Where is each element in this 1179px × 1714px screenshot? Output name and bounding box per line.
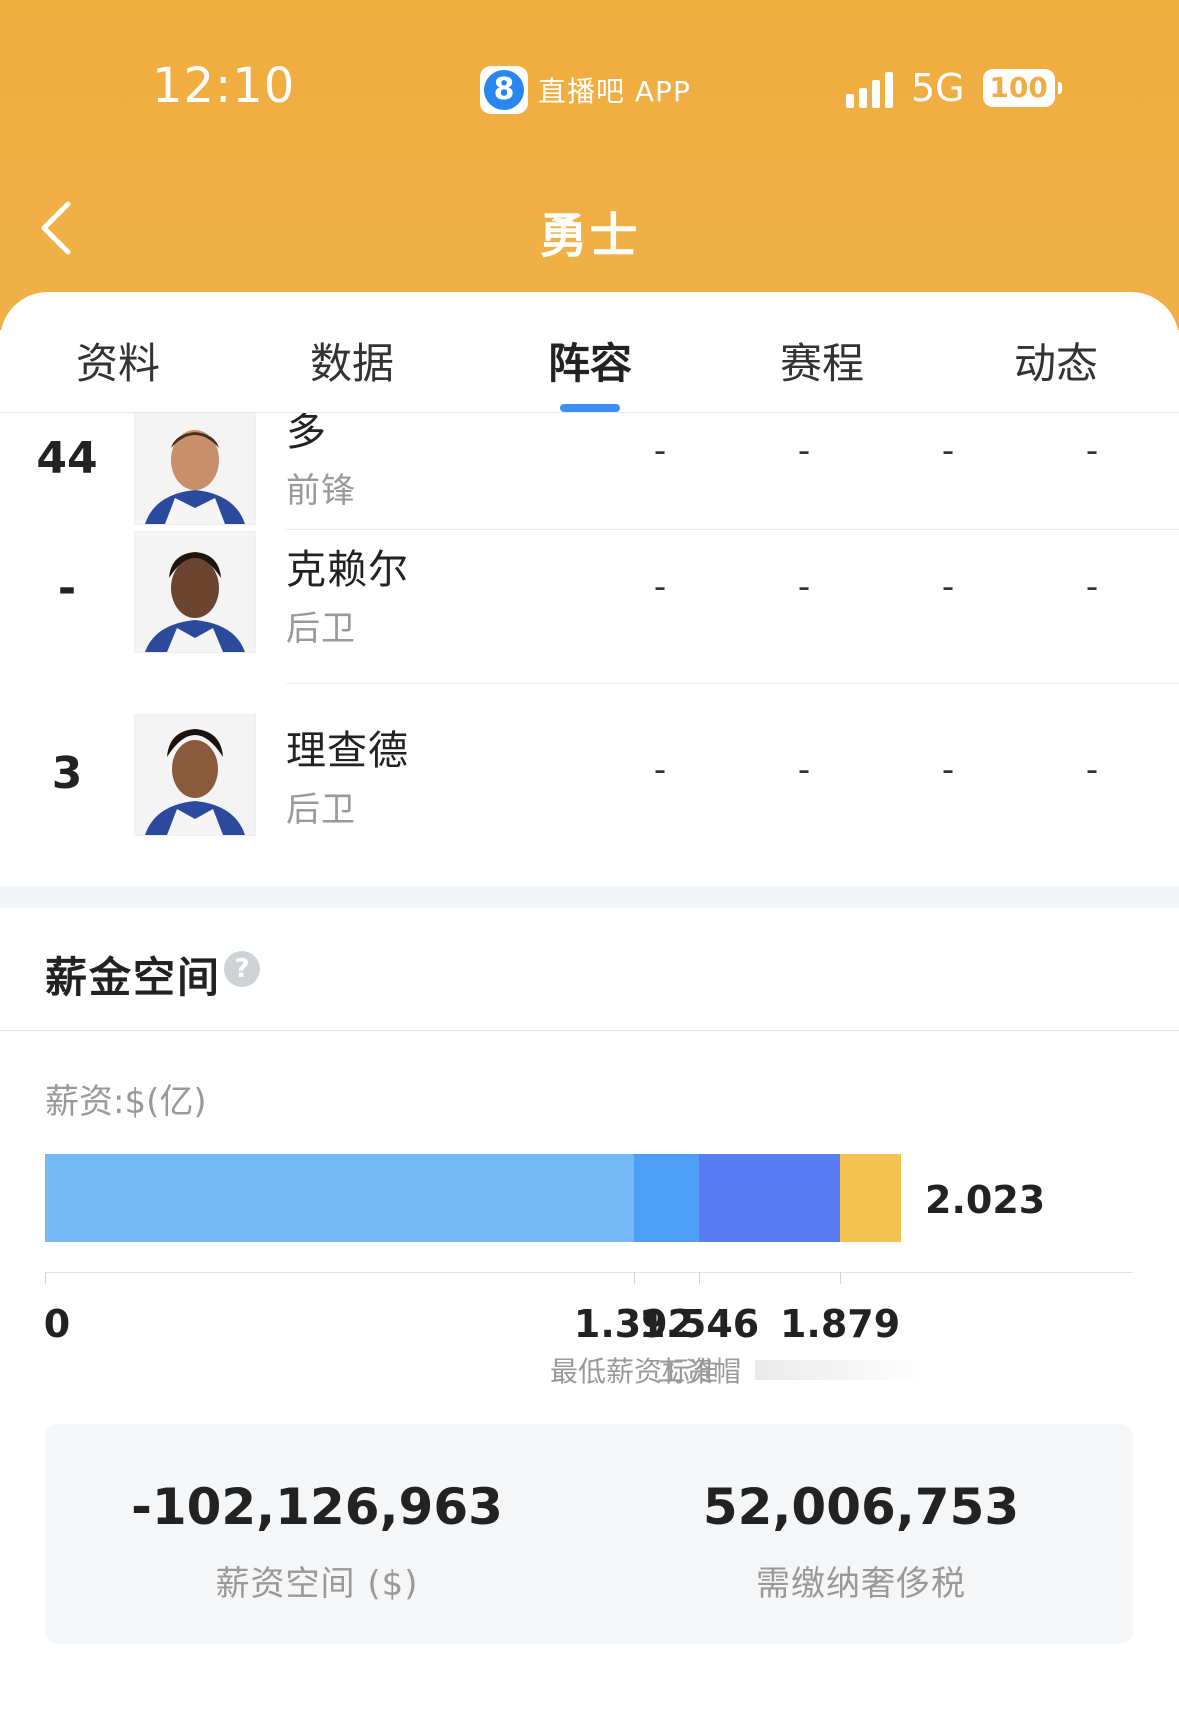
salary-bar-segment-3 [699, 1154, 841, 1242]
status-indicators: 5G 100 [846, 62, 1062, 114]
app-logo-glyph: 8 [484, 70, 524, 110]
player-name: 理查德 [286, 728, 409, 774]
player-photo-icon [135, 532, 255, 652]
player-number: - [57, 563, 77, 614]
app-logo-icon: 8 [480, 66, 528, 114]
axis-tick-caption-placeholder [755, 1360, 926, 1380]
tab-roster[interactable]: 阵容 [500, 330, 680, 391]
stat-cell: - [941, 567, 955, 607]
tab-profile[interactable]: 资料 [28, 330, 208, 391]
salary-unit-label: 薪资:$(亿) [45, 1082, 207, 1122]
salary-total-label: 2.023 [925, 1178, 1046, 1222]
player-avatar [134, 413, 256, 525]
salary-bar-segment-1 [45, 1154, 634, 1242]
axis-tick-label: 1.879 [779, 1302, 901, 1346]
roster-row[interactable]: 3 理查德 后卫 - - - - [0, 710, 1179, 886]
battery-icon: 100 [982, 69, 1062, 107]
salary-bar-segment-2 [634, 1154, 700, 1242]
cap-space-label: 薪资空间 ($) [215, 1564, 419, 1604]
stat-cell: - [797, 750, 811, 790]
stat-cell: - [653, 431, 667, 471]
player-avatar [134, 531, 256, 653]
player-avatar [134, 714, 256, 836]
section-separator [0, 886, 1179, 908]
axis-tick-label: 0 [43, 1302, 71, 1346]
stat-cell: - [941, 431, 955, 471]
app-name: 直播吧 APP [538, 75, 691, 108]
player-number: 44 [36, 433, 98, 484]
tab-bar: 资料 数据 阵容 赛程 动态 [0, 292, 1179, 412]
row-divider [286, 683, 1179, 684]
signal-icon [846, 68, 893, 108]
stat-cell: - [653, 750, 667, 790]
app-header: 12:10 8 直播吧 APP 5G 100 勇士 [0, 0, 1179, 330]
tab-schedule[interactable]: 赛程 [732, 330, 912, 391]
row-divider [286, 529, 1179, 530]
status-app: 8 直播吧 APP [480, 64, 691, 116]
player-photo-icon [135, 715, 255, 835]
axis-tick [634, 1272, 635, 1284]
tab-stats[interactable]: 数据 [262, 330, 442, 391]
player-name: 多 [286, 413, 327, 455]
axis-tick [45, 1272, 46, 1284]
cap-space-value: -102,126,963 [131, 1478, 503, 1536]
salary-axis-line [45, 1272, 1133, 1273]
salary-bar-segment-4 [840, 1154, 901, 1242]
stat-cell: - [1085, 431, 1099, 471]
stat-cell: - [797, 567, 811, 607]
player-position: 后卫 [286, 609, 356, 649]
question-icon[interactable]: ? [224, 951, 260, 987]
player-photo-icon [135, 413, 255, 524]
player-name: 克赖尔 [286, 547, 409, 593]
page-title: 勇士 [539, 208, 640, 264]
axis-tick [840, 1272, 842, 1284]
axis-tick [699, 1272, 701, 1284]
stat-cell: - [1085, 750, 1099, 790]
stat-cell: - [1085, 567, 1099, 607]
roster-row[interactable]: - 克赖尔 后卫 - - - - [0, 531, 1179, 711]
status-time: 12:10 [152, 58, 296, 114]
salary-section-title: 薪金空间 [45, 953, 222, 1002]
roster-list[interactable]: 44 多 前锋 - - - - - 克赖尔 后卫 - - - - 3 理查德 后… [0, 413, 1179, 886]
roster-row[interactable]: 44 多 前锋 - - - - [0, 413, 1179, 531]
salary-bar-chart: 2.023 0 1.392 最低薪资标准 1.546 工资帽 1.879 [44, 1154, 1133, 1388]
axis-tick-label: 1.546 [639, 1302, 760, 1346]
luxury-tax-value: 52,006,753 [702, 1478, 1020, 1536]
player-position: 前锋 [286, 471, 356, 511]
stat-cell: - [797, 431, 811, 471]
player-number: 3 [51, 748, 83, 799]
tab-news[interactable]: 动态 [966, 330, 1146, 391]
player-position: 后卫 [286, 790, 356, 830]
stat-cell: - [653, 567, 667, 607]
salary-summary-card: -102,126,963 薪资空间 ($) 52,006,753 需缴纳奢侈税 [45, 1424, 1133, 1644]
luxury-tax-label: 需缴纳奢侈税 [756, 1564, 966, 1604]
network-type: 5G [911, 66, 965, 110]
stat-cell: - [941, 750, 955, 790]
salary-divider [0, 1030, 1179, 1031]
active-tab-indicator [560, 404, 620, 412]
axis-tick-caption: 工资帽 [657, 1355, 742, 1388]
